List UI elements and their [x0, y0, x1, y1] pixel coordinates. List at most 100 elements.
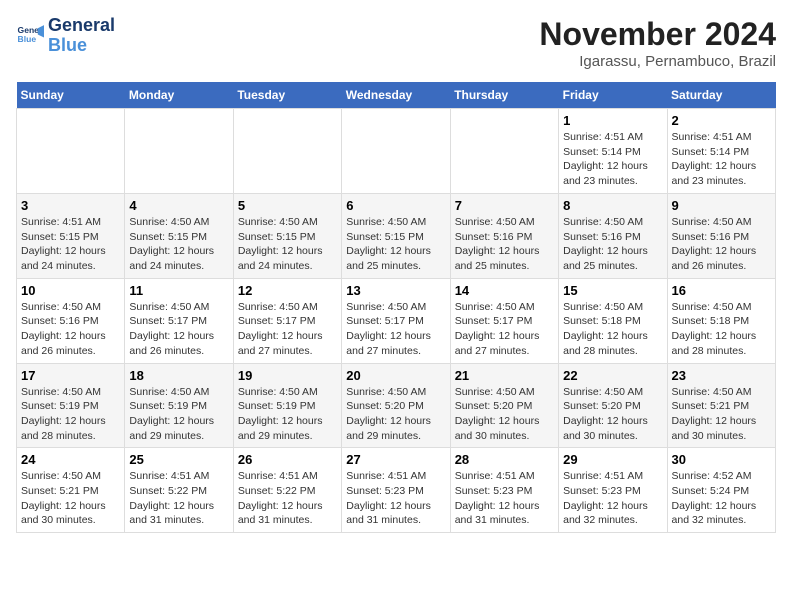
day-number: 9	[672, 198, 771, 213]
day-number: 16	[672, 283, 771, 298]
calendar-header-wednesday: Wednesday	[342, 82, 450, 109]
calendar-cell	[450, 109, 558, 194]
calendar-header-thursday: Thursday	[450, 82, 558, 109]
calendar-header-sunday: Sunday	[17, 82, 125, 109]
day-info: Sunrise: 4:51 AMSunset: 5:14 PMDaylight:…	[672, 130, 771, 189]
calendar-week-5: 24 Sunrise: 4:50 AMSunset: 5:21 PMDayligh…	[17, 448, 776, 533]
logo-icon: General Blue	[16, 22, 44, 50]
day-info: Sunrise: 4:50 AMSunset: 5:20 PMDaylight:…	[563, 385, 662, 444]
logo-text-line2: Blue	[48, 36, 115, 56]
day-number: 18	[129, 368, 228, 383]
day-number: 6	[346, 198, 445, 213]
calendar-week-2: 3 Sunrise: 4:51 AMSunset: 5:15 PMDaylight…	[17, 194, 776, 279]
calendar-cell: 25 Sunrise: 4:51 AMSunset: 5:22 PMDayligh…	[125, 448, 233, 533]
day-info: Sunrise: 4:51 AMSunset: 5:23 PMDaylight:…	[455, 469, 554, 528]
calendar-table: SundayMondayTuesdayWednesdayThursdayFrid…	[16, 82, 776, 533]
day-info: Sunrise: 4:50 AMSunset: 5:17 PMDaylight:…	[346, 300, 445, 359]
day-number: 7	[455, 198, 554, 213]
day-info: Sunrise: 4:50 AMSunset: 5:19 PMDaylight:…	[21, 385, 120, 444]
day-info: Sunrise: 4:50 AMSunset: 5:16 PMDaylight:…	[455, 215, 554, 274]
calendar-cell: 20 Sunrise: 4:50 AMSunset: 5:20 PMDayligh…	[342, 363, 450, 448]
day-info: Sunrise: 4:50 AMSunset: 5:20 PMDaylight:…	[455, 385, 554, 444]
day-number: 10	[21, 283, 120, 298]
day-number: 14	[455, 283, 554, 298]
day-number: 21	[455, 368, 554, 383]
calendar-cell	[342, 109, 450, 194]
calendar-cell: 1 Sunrise: 4:51 AMSunset: 5:14 PMDaylight…	[559, 109, 667, 194]
day-number: 2	[672, 113, 771, 128]
calendar-cell	[17, 109, 125, 194]
day-number: 5	[238, 198, 337, 213]
calendar-week-4: 17 Sunrise: 4:50 AMSunset: 5:19 PMDayligh…	[17, 363, 776, 448]
calendar-cell: 17 Sunrise: 4:50 AMSunset: 5:19 PMDayligh…	[17, 363, 125, 448]
calendar-cell: 4Sunrise: 4:50 AMSunset: 5:15 PMDaylight…	[125, 194, 233, 279]
calendar-header-tuesday: Tuesday	[233, 82, 341, 109]
page-title: November 2024	[539, 16, 776, 53]
calendar-cell: 12Sunrise: 4:50 AMSunset: 5:17 PMDayligh…	[233, 278, 341, 363]
calendar-header-saturday: Saturday	[667, 82, 775, 109]
day-info: Sunrise: 4:50 AMSunset: 5:18 PMDaylight:…	[563, 300, 662, 359]
calendar-cell: 27 Sunrise: 4:51 AMSunset: 5:23 PMDayligh…	[342, 448, 450, 533]
calendar-cell: 18 Sunrise: 4:50 AMSunset: 5:19 PMDayligh…	[125, 363, 233, 448]
calendar-cell: 13 Sunrise: 4:50 AMSunset: 5:17 PMDayligh…	[342, 278, 450, 363]
calendar-cell: 19Sunrise: 4:50 AMSunset: 5:19 PMDayligh…	[233, 363, 341, 448]
calendar-cell: 21 Sunrise: 4:50 AMSunset: 5:20 PMDayligh…	[450, 363, 558, 448]
day-number: 22	[563, 368, 662, 383]
day-info: Sunrise: 4:50 AMSunset: 5:16 PMDaylight:…	[21, 300, 120, 359]
calendar-cell: 6 Sunrise: 4:50 AMSunset: 5:15 PMDaylight…	[342, 194, 450, 279]
calendar-cell: 30Sunrise: 4:52 AMSunset: 5:24 PMDayligh…	[667, 448, 775, 533]
day-number: 1	[563, 113, 662, 128]
calendar-cell	[233, 109, 341, 194]
day-info: Sunrise: 4:50 AMSunset: 5:21 PMDaylight:…	[21, 469, 120, 528]
calendar-cell: 22 Sunrise: 4:50 AMSunset: 5:20 PMDayligh…	[559, 363, 667, 448]
day-number: 4	[129, 198, 228, 213]
day-number: 3	[21, 198, 120, 213]
day-info: Sunrise: 4:50 AMSunset: 5:15 PMDaylight:…	[346, 215, 445, 274]
calendar-cell: 26 Sunrise: 4:51 AMSunset: 5:22 PMDayligh…	[233, 448, 341, 533]
svg-text:Blue: Blue	[18, 34, 37, 44]
day-number: 27	[346, 452, 445, 467]
day-number: 20	[346, 368, 445, 383]
day-number: 24	[21, 452, 120, 467]
day-number: 23	[672, 368, 771, 383]
logo-text-line1: General	[48, 16, 115, 36]
day-info: Sunrise: 4:51 AMSunset: 5:22 PMDaylight:…	[129, 469, 228, 528]
calendar-cell: 2 Sunrise: 4:51 AMSunset: 5:14 PMDaylight…	[667, 109, 775, 194]
calendar-cell: 24 Sunrise: 4:50 AMSunset: 5:21 PMDayligh…	[17, 448, 125, 533]
day-info: Sunrise: 4:50 AMSunset: 5:17 PMDaylight:…	[129, 300, 228, 359]
day-info: Sunrise: 4:51 AMSunset: 5:22 PMDaylight:…	[238, 469, 337, 528]
calendar-cell: 8Sunrise: 4:50 AMSunset: 5:16 PMDaylight…	[559, 194, 667, 279]
day-info: Sunrise: 4:50 AMSunset: 5:16 PMDaylight:…	[672, 215, 771, 274]
day-info: Sunrise: 4:50 AMSunset: 5:20 PMDaylight:…	[346, 385, 445, 444]
calendar-header-monday: Monday	[125, 82, 233, 109]
calendar-cell: 14 Sunrise: 4:50 AMSunset: 5:17 PMDayligh…	[450, 278, 558, 363]
day-number: 15	[563, 283, 662, 298]
day-info: Sunrise: 4:50 AMSunset: 5:17 PMDaylight:…	[455, 300, 554, 359]
day-number: 11	[129, 283, 228, 298]
day-info: Sunrise: 4:51 AMSunset: 5:15 PMDaylight:…	[21, 215, 120, 274]
calendar-cell: 3 Sunrise: 4:51 AMSunset: 5:15 PMDaylight…	[17, 194, 125, 279]
day-number: 17	[21, 368, 120, 383]
day-info: Sunrise: 4:50 AMSunset: 5:15 PMDaylight:…	[238, 215, 337, 274]
calendar-cell: 23Sunrise: 4:50 AMSunset: 5:21 PMDayligh…	[667, 363, 775, 448]
day-number: 28	[455, 452, 554, 467]
day-number: 13	[346, 283, 445, 298]
day-number: 26	[238, 452, 337, 467]
calendar-cell: 29Sunrise: 4:51 AMSunset: 5:23 PMDayligh…	[559, 448, 667, 533]
calendar-week-3: 10 Sunrise: 4:50 AMSunset: 5:16 PMDayligh…	[17, 278, 776, 363]
logo: General Blue General Blue	[16, 16, 115, 56]
day-number: 29	[563, 452, 662, 467]
calendar-cell: 10 Sunrise: 4:50 AMSunset: 5:16 PMDayligh…	[17, 278, 125, 363]
day-info: Sunrise: 4:50 AMSunset: 5:19 PMDaylight:…	[129, 385, 228, 444]
day-info: Sunrise: 4:51 AMSunset: 5:14 PMDaylight:…	[563, 130, 662, 189]
page-subtitle: Igarassu, Pernambuco, Brazil	[539, 53, 776, 70]
calendar-cell: 28 Sunrise: 4:51 AMSunset: 5:23 PMDayligh…	[450, 448, 558, 533]
day-number: 25	[129, 452, 228, 467]
calendar-header-row: SundayMondayTuesdayWednesdayThursdayFrid…	[17, 82, 776, 109]
day-info: Sunrise: 4:52 AMSunset: 5:24 PMDaylight:…	[672, 469, 771, 528]
calendar-week-1: 1 Sunrise: 4:51 AMSunset: 5:14 PMDaylight…	[17, 109, 776, 194]
calendar-cell: 15 Sunrise: 4:50 AMSunset: 5:18 PMDayligh…	[559, 278, 667, 363]
day-info: Sunrise: 4:50 AMSunset: 5:19 PMDaylight:…	[238, 385, 337, 444]
day-info: Sunrise: 4:51 AMSunset: 5:23 PMDaylight:…	[346, 469, 445, 528]
calendar-cell	[125, 109, 233, 194]
